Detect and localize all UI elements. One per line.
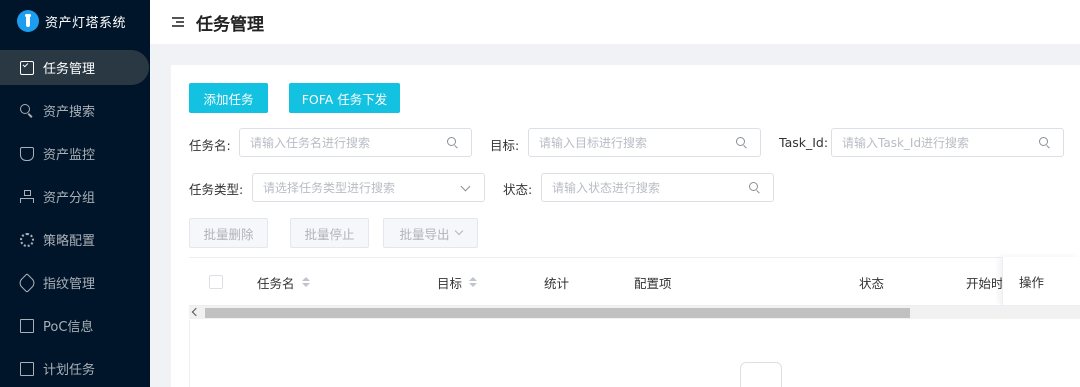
sidebar-item-label: 计划任务 [43, 363, 96, 378]
sidebar-item-label: 策略配置 [43, 234, 96, 249]
column-config: 配置项 [634, 258, 672, 306]
target-label: 目标: [490, 138, 520, 153]
table-header: 任务名 目标 统计 配置项 状态 开始时 [189, 257, 1080, 305]
task-icon [20, 60, 34, 75]
sidebar-item-label: 指纹管理 [43, 277, 96, 292]
sidebar-item-fingerprint[interactable]: 指纹管理 [0, 261, 150, 304]
logo[interactable]: 资产灯塔系统 [0, 0, 150, 42]
target-input[interactable]: 请输入目标进行搜索 [528, 128, 761, 157]
column-label: 统计 [544, 275, 570, 291]
batch-stop-button[interactable]: 批量停止 [290, 218, 369, 248]
tag-icon [17, 272, 37, 293]
column-label: 配置项 [634, 275, 672, 291]
batch-export-button[interactable]: 批量导出 [383, 218, 478, 248]
batch-delete-button[interactable]: 批量删除 [189, 218, 268, 248]
sidebar-item-policy-config[interactable]: 策略配置 [0, 218, 150, 261]
column-target[interactable]: 目标 [437, 258, 478, 306]
doc-icon [20, 318, 34, 333]
sort-icon[interactable] [301, 276, 310, 288]
sidebar-item-label: 任务管理 [43, 62, 96, 77]
task-id-label: Task_Id: [779, 135, 829, 150]
sidebar-item-label: 资产监控 [43, 148, 96, 163]
search-icon[interactable] [447, 137, 459, 149]
task-name-placeholder: 请输入任务名进行搜索 [250, 136, 371, 150]
column-label: 状态 [859, 275, 885, 291]
horizontal-scrollbar[interactable] [189, 305, 1080, 319]
column-label: 操作 [1019, 274, 1045, 290]
scroll-left-arrow-icon[interactable] [191, 307, 201, 317]
task-id-placeholder: 请输入Task_Id进行搜索 [842, 136, 970, 150]
search-icon [20, 103, 34, 118]
column-stats: 统计 [544, 258, 569, 306]
sidebar: 资产灯塔系统 任务管理 资产搜索 资产监控 资产分组 策略配置 指纹管理 PoC… [0, 0, 150, 387]
status-label: 状态: [503, 182, 533, 197]
select-all-checkbox[interactable] [209, 275, 223, 289]
column-actions: 操作 [1002, 257, 1080, 305]
header: 任务管理 [150, 0, 1080, 44]
batch-export-label: 批量导出 [399, 226, 450, 242]
search-icon[interactable] [749, 182, 761, 194]
sidebar-item-label: 资产分组 [43, 191, 96, 206]
fofa-task-button[interactable]: FOFA 任务下发 [289, 83, 400, 113]
sidebar-item-scheduled-task[interactable]: 计划任务 [0, 347, 150, 387]
app-title: 资产灯塔系统 [45, 15, 127, 31]
task-type-placeholder: 请选择任务类型进行搜索 [263, 181, 396, 195]
table-body [189, 320, 1080, 387]
sidebar-item-asset-search[interactable]: 资产搜索 [0, 89, 150, 132]
target-placeholder: 请输入目标进行搜索 [539, 136, 648, 150]
lighthouse-logo-icon [17, 10, 39, 32]
terminal-icon [20, 361, 34, 376]
task-name-label: 任务名: [189, 138, 231, 153]
sidebar-item-asset-group[interactable]: 资产分组 [0, 175, 150, 218]
gear-icon [20, 232, 34, 247]
task-id-input[interactable]: 请输入Task_Id进行搜索 [831, 128, 1064, 157]
status-input[interactable]: 请输入状态进行搜索 [541, 173, 774, 202]
search-icon[interactable] [1039, 137, 1051, 149]
status-placeholder: 请输入状态进行搜索 [552, 181, 661, 195]
sidebar-item-task-management[interactable]: 任务管理 [0, 46, 150, 89]
task-name-input[interactable]: 请输入任务名进行搜索 [239, 128, 472, 157]
empty-inbox-icon [740, 362, 782, 387]
column-status: 状态 [859, 258, 884, 306]
column-start-time: 开始时 [966, 258, 1004, 306]
sidebar-item-label: 资产搜索 [43, 105, 96, 120]
page-title: 任务管理 [196, 14, 264, 35]
collapse-menu-icon[interactable] [172, 17, 184, 27]
task-type-select[interactable]: 请选择任务类型进行搜索 [252, 173, 485, 202]
add-task-button[interactable]: 添加任务 [189, 83, 268, 113]
sidebar-item-label: PoC信息 [43, 320, 94, 335]
scrollbar-thumb[interactable] [205, 308, 910, 318]
org-icon [20, 189, 34, 204]
column-label: 任务名 [257, 275, 295, 291]
sidebar-item-asset-monitor[interactable]: 资产监控 [0, 132, 150, 175]
app-root: 资产灯塔系统 任务管理 资产搜索 资产监控 资产分组 策略配置 指纹管理 PoC… [0, 0, 1080, 387]
search-icon[interactable] [736, 137, 748, 149]
task-type-label: 任务类型: [189, 182, 244, 197]
column-task-name[interactable]: 任务名 [257, 258, 310, 306]
sidebar-item-poc[interactable]: PoC信息 [0, 304, 150, 347]
column-label: 目标 [437, 275, 463, 291]
chevron-down-icon [460, 182, 472, 194]
sort-icon[interactable] [469, 276, 478, 288]
sidebar-menu: 任务管理 资产搜索 资产监控 资产分组 策略配置 指纹管理 PoC信息 计划任务 [0, 46, 150, 387]
column-label: 开始时 [966, 275, 1004, 291]
shield-icon [20, 146, 34, 161]
chevron-down-icon [454, 226, 463, 236]
